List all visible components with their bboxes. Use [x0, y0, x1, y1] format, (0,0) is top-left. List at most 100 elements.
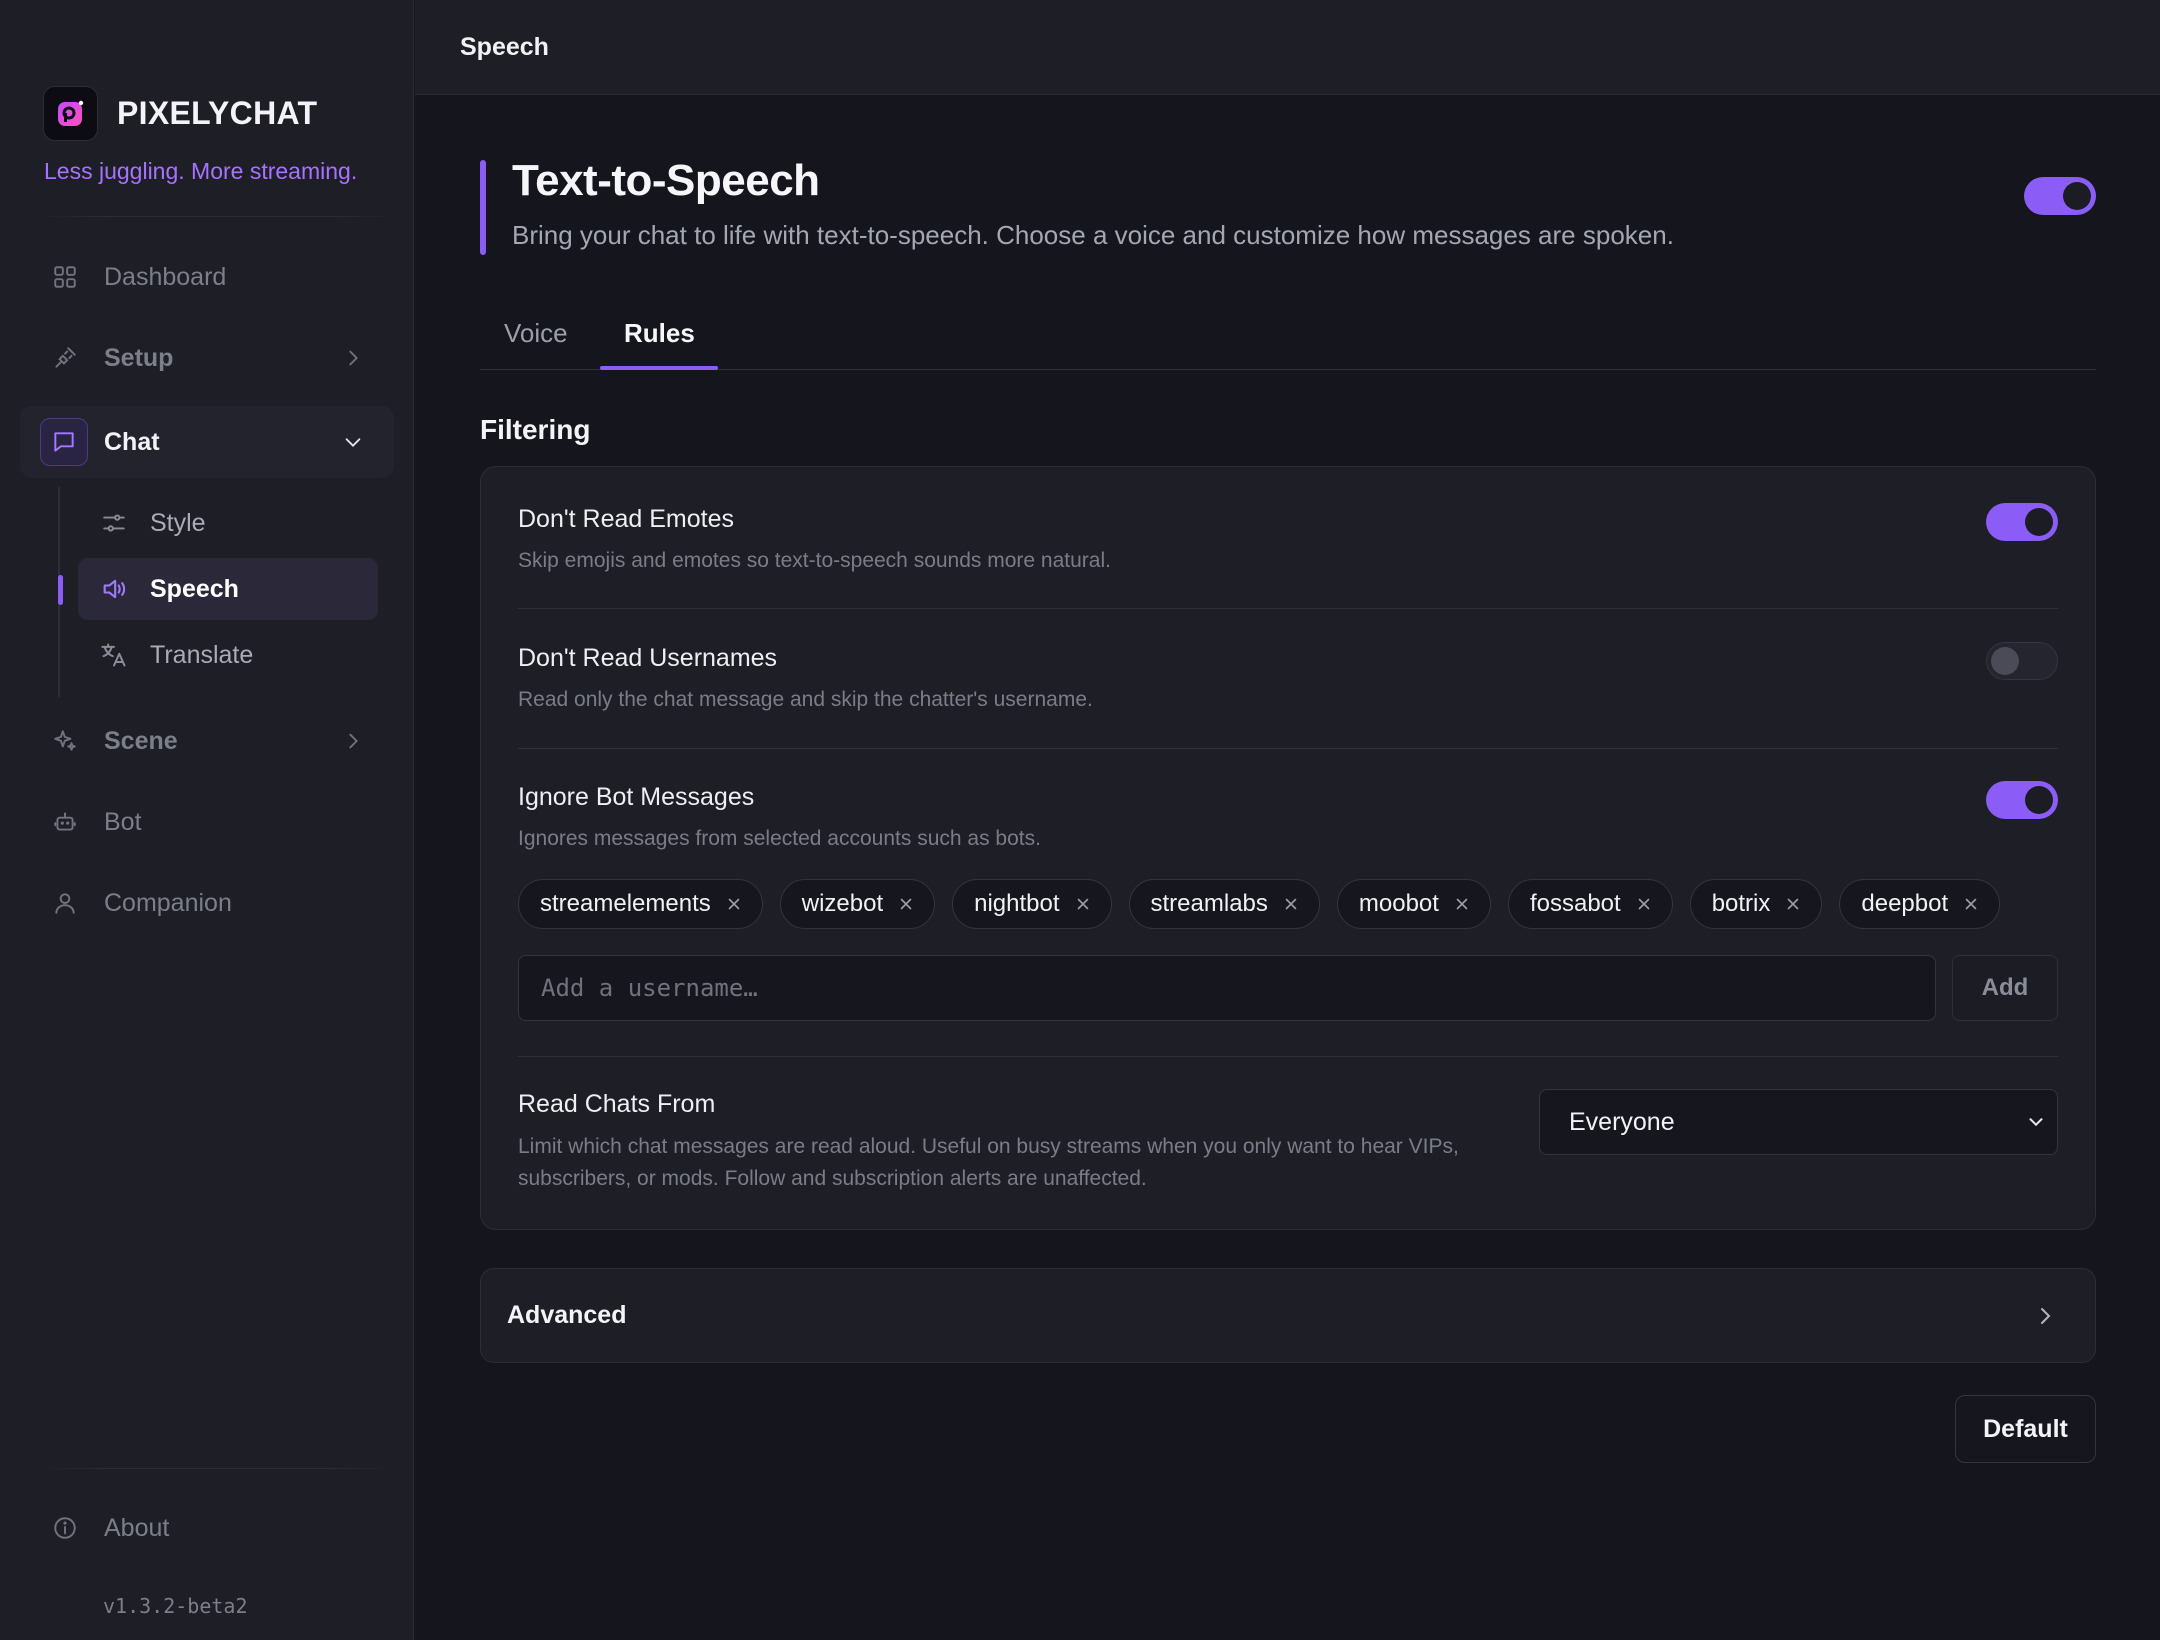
- setting-desc-ignore-bots: Ignores messages from selected accounts …: [518, 827, 1041, 850]
- advanced-accordion[interactable]: Advanced: [480, 1268, 2096, 1363]
- sidebar-subitem-label: Style: [150, 508, 206, 537]
- sidebar-item-setup[interactable]: Setup: [20, 322, 394, 394]
- close-icon[interactable]: [1453, 895, 1471, 913]
- chip-label: moobot: [1358, 890, 1439, 917]
- bot-account-chips: streamelements wizebot nightbot streamla…: [518, 879, 2001, 929]
- speaker-icon: [100, 575, 128, 603]
- plug-icon: [50, 343, 80, 373]
- dont-read-emotes-toggle[interactable]: [1986, 503, 2058, 541]
- bot-chip: nightbot: [952, 879, 1112, 929]
- sidebar-item-label: Dashboard: [104, 262, 227, 291]
- chip-label: streamlabs: [1150, 890, 1268, 917]
- sliders-icon: [100, 509, 128, 537]
- close-icon[interactable]: [725, 895, 743, 913]
- sidebar-item-about[interactable]: About: [20, 1492, 394, 1564]
- sidebar-item-scene[interactable]: Scene: [20, 705, 394, 777]
- row-divider: [518, 1056, 2058, 1057]
- section-title-filtering: Filtering: [480, 414, 591, 445]
- sidebar-item-label: Scene: [104, 726, 178, 755]
- bot-chip: streamelements: [518, 879, 763, 929]
- sidebar-subitem-translate[interactable]: Translate: [78, 624, 378, 686]
- toggle-knob: [2025, 786, 2053, 814]
- page-description: Bring your chat to life with text-to-spe…: [512, 220, 1674, 250]
- close-icon[interactable]: [1282, 895, 1300, 913]
- setting-desc-dont-read-emotes: Skip emojis and emotes so text-to-speech…: [518, 549, 1111, 572]
- brand: PIXELYCHAT: [43, 86, 317, 141]
- info-icon: [50, 1513, 80, 1543]
- bot-chip: moobot: [1336, 879, 1491, 929]
- toggle-knob: [2063, 182, 2091, 210]
- chevron-right-icon: [349, 733, 358, 749]
- advanced-label: Advanced: [507, 1301, 627, 1329]
- user-icon: [50, 888, 80, 918]
- app-tagline: Less juggling. More streaming.: [44, 158, 358, 184]
- chat-bubble-icon: [40, 418, 88, 466]
- sidebar: PIXELYCHAT Less juggling. More streaming…: [0, 0, 414, 1640]
- sidebar-subitem-label: Translate: [150, 640, 254, 669]
- grid-icon: [50, 262, 80, 292]
- close-icon[interactable]: [897, 895, 915, 913]
- sidebar-item-companion[interactable]: Companion: [20, 867, 394, 939]
- default-button[interactable]: Default: [1955, 1395, 2096, 1463]
- row-divider: [518, 608, 2058, 609]
- about-label: About: [104, 1513, 170, 1542]
- setting-title-dont-read-emotes: Don't Read Emotes: [518, 505, 734, 533]
- page-title: Text-to-Speech: [512, 156, 820, 205]
- chip-label: fossabot: [1529, 890, 1621, 917]
- ignore-bots-toggle[interactable]: [1986, 781, 2058, 819]
- chip-label: wizebot: [801, 890, 884, 917]
- chip-label: botrix: [1711, 890, 1771, 917]
- setting-title-ignore-bots: Ignore Bot Messages: [518, 783, 755, 811]
- tts-master-toggle[interactable]: [2024, 177, 2096, 215]
- app-logo-icon: [43, 86, 98, 141]
- setting-desc-read-chats-from-line2: subscribers, or mods. Follow and subscri…: [518, 1167, 1147, 1190]
- topbar-title: Speech: [460, 33, 549, 61]
- active-indicator: [58, 575, 63, 605]
- sidebar-item-bot[interactable]: Bot: [20, 786, 394, 858]
- tab-rules[interactable]: Rules: [624, 318, 695, 349]
- translate-icon: [100, 641, 128, 669]
- chip-label: streamelements: [540, 890, 711, 917]
- sidebar-subitem-speech[interactable]: Speech: [78, 558, 378, 620]
- tab-voice[interactable]: Voice: [504, 318, 568, 349]
- setting-desc-read-chats-from-line1: Limit which chat messages are read aloud…: [518, 1135, 1459, 1158]
- app-name: PIXELYCHAT: [117, 95, 318, 131]
- chevron-right-icon: [2041, 1308, 2051, 1324]
- sidebar-subitem-label: Speech: [150, 574, 239, 603]
- header-accent-bar: [480, 160, 486, 255]
- close-icon[interactable]: [1962, 895, 1980, 913]
- sidebar-item-label: Bot: [104, 807, 142, 836]
- chip-label: nightbot: [974, 890, 1060, 917]
- row-divider: [518, 748, 2058, 749]
- toggle-knob: [2025, 508, 2053, 536]
- bot-chip: streamlabs: [1128, 879, 1320, 929]
- select-value: Everyone: [1569, 1107, 1675, 1136]
- add-username-button[interactable]: Add: [1952, 955, 2058, 1021]
- sidebar-item-chat[interactable]: Chat: [20, 406, 394, 478]
- robot-icon: [50, 807, 80, 837]
- sidebar-item-dashboard[interactable]: Dashboard: [20, 241, 394, 313]
- filtering-card: Don't Read Emotes Skip emojis and emotes…: [480, 466, 2096, 1230]
- close-icon[interactable]: [1635, 895, 1653, 913]
- active-tab-underline: [600, 366, 718, 370]
- dont-read-usernames-toggle[interactable]: [1986, 642, 2058, 680]
- tab-bar: Voice Rules: [480, 300, 2096, 370]
- close-icon[interactable]: [1074, 895, 1092, 913]
- bot-chip: fossabot: [1507, 879, 1673, 929]
- sparkle-icon: [50, 726, 80, 756]
- sidebar-item-label: Chat: [104, 427, 160, 456]
- close-icon[interactable]: [1784, 895, 1802, 913]
- chevron-right-icon: [349, 350, 358, 366]
- sidebar-divider: [40, 1468, 394, 1469]
- setting-title-dont-read-usernames: Don't Read Usernames: [518, 644, 778, 672]
- add-username-input[interactable]: [518, 955, 1936, 1021]
- app-version: v1.3.2-beta2: [103, 1594, 248, 1618]
- sidebar-subitem-style[interactable]: Style: [78, 492, 378, 554]
- sidebar-item-label: Companion: [104, 888, 232, 917]
- setting-title-read-chats-from: Read Chats From: [518, 1090, 716, 1118]
- bot-chip: deepbot: [1839, 879, 2001, 929]
- read-chats-from-select[interactable]: Everyone: [1539, 1089, 2058, 1155]
- top-bar: Speech: [415, 0, 2160, 95]
- chevron-down-icon: [2029, 1118, 2043, 1127]
- sidebar-item-label: Setup: [104, 343, 174, 372]
